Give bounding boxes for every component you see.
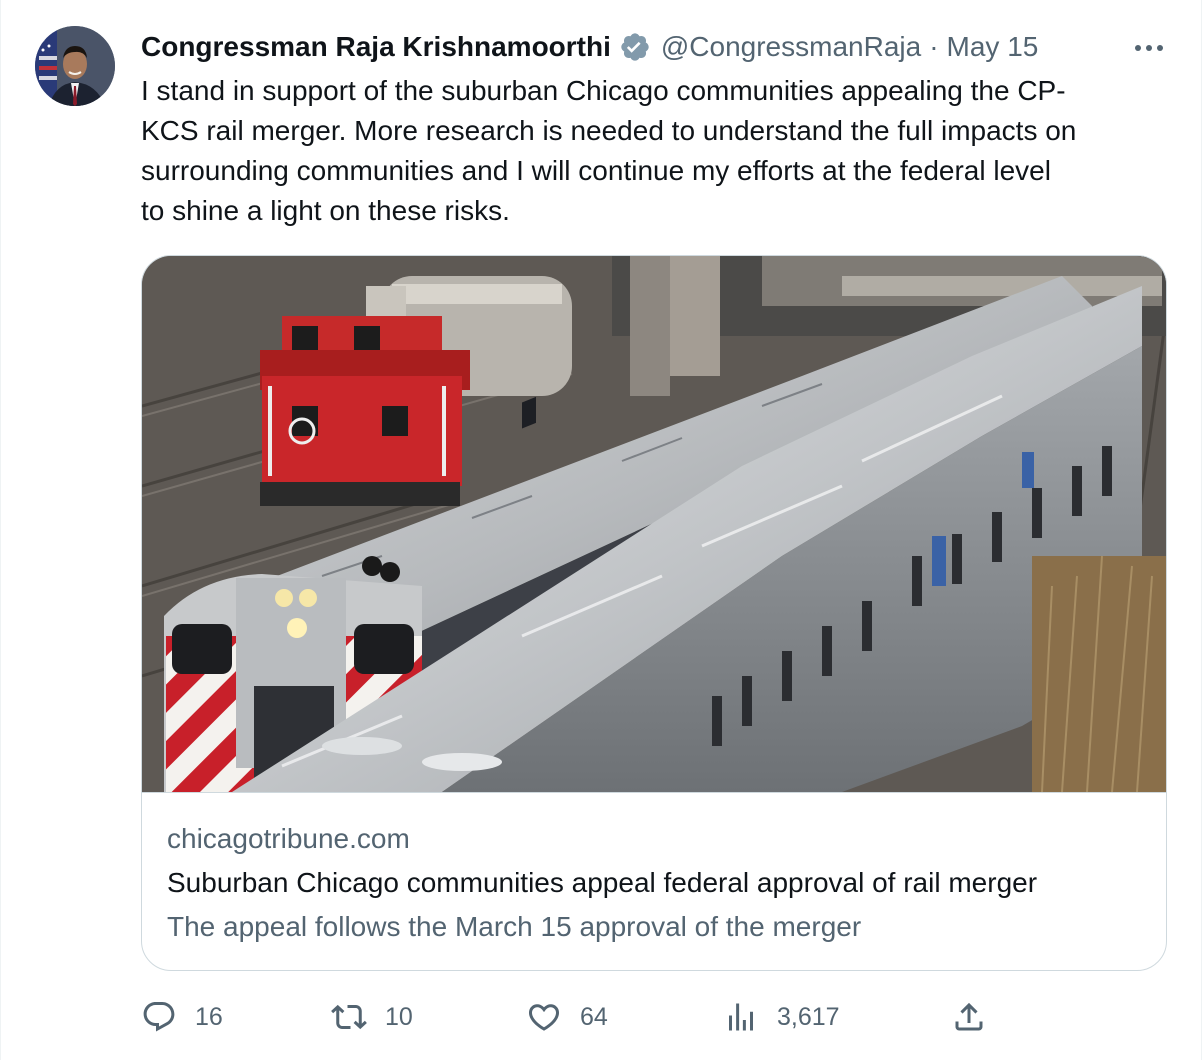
share-icon — [951, 999, 987, 1035]
views-button[interactable]: 3,617 — [723, 994, 840, 1040]
tweet-date[interactable]: May 15 — [947, 31, 1039, 63]
display-name[interactable]: Congressman Raja Krishnamoorthi — [141, 31, 611, 63]
views-count: 3,617 — [777, 1002, 840, 1031]
reply-count: 16 — [195, 1002, 223, 1031]
like-button[interactable]: 64 — [526, 994, 608, 1040]
reply-icon — [141, 999, 177, 1035]
retweet-button[interactable]: 10 — [331, 994, 413, 1040]
card-description: The appeal follows the March 15 approval… — [167, 911, 862, 942]
like-icon — [526, 999, 562, 1035]
retweet-icon — [331, 999, 367, 1035]
like-count: 64 — [580, 1002, 608, 1031]
more-icon[interactable] — [1131, 30, 1167, 66]
retweet-count: 10 — [385, 1002, 413, 1031]
separator: · — [929, 31, 939, 62]
action-bar: 16 10 64 3,617 — [141, 994, 1171, 1040]
views-icon — [723, 999, 759, 1035]
tweet-text: I stand in support of the suburban Chica… — [141, 75, 1077, 226]
verified-badge-icon — [619, 31, 651, 63]
card-domain: chicagotribune.com — [167, 823, 410, 854]
tweet-header: Congressman Raja Krishnamoorthi @Congres… — [141, 28, 1038, 66]
tweet: Congressman Raja Krishnamoorthi @Congres… — [0, 0, 1202, 1060]
handle[interactable]: @CongressmanRaja — [661, 31, 921, 63]
card-image[interactable] — [142, 256, 1166, 793]
avatar[interactable] — [35, 26, 115, 106]
share-button[interactable] — [951, 994, 987, 1040]
card-body: chicagotribune.com Suburban Chicago comm… — [167, 821, 1147, 945]
link-card[interactable]: chicagotribune.com Suburban Chicago comm… — [141, 255, 1167, 971]
card-title: Suburban Chicago communities appeal fede… — [167, 867, 1038, 898]
reply-button[interactable]: 16 — [141, 994, 223, 1040]
